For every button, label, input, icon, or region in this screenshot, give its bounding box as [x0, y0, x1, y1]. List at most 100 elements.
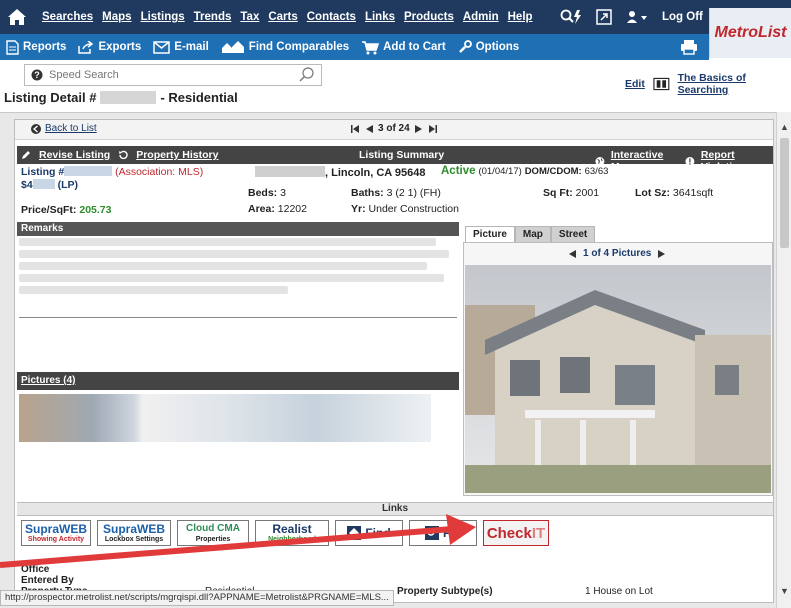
export-icon — [78, 40, 94, 54]
pager-position: 3 of 24 — [378, 123, 410, 134]
exports-button[interactable]: Exports — [72, 40, 147, 54]
remarks-text-redacted — [19, 238, 453, 312]
supraweb-showing-sub: Showing Activity — [27, 535, 85, 543]
listing-status: Active (01/04/17) DOM/CDOM: 63/63 — [441, 165, 608, 177]
find-title: Find — [365, 526, 391, 540]
property-history-link[interactable]: Property History — [136, 149, 218, 161]
summary-bar-left: Revise Listing Property History — [21, 149, 218, 161]
title-prefix: Listing Detail # — [4, 90, 97, 105]
document-icon — [6, 39, 19, 55]
square-feet: Sq Ft: 2001 — [543, 187, 599, 199]
printer-icon[interactable] — [680, 39, 698, 55]
sqft-label: Sq Ft: — [543, 187, 573, 199]
entered-by-label: Entered By — [21, 575, 74, 586]
reports-button[interactable]: Reports — [0, 39, 72, 55]
tab-picture[interactable]: Picture — [465, 226, 515, 242]
page-title: Listing Detail # - Residential — [4, 90, 238, 105]
next-page-icon[interactable] — [414, 124, 424, 134]
menu-tax[interactable]: Tax — [240, 11, 259, 23]
find-button[interactable]: Find — [335, 520, 403, 546]
photo-viewer: 1 of 4 Pictures — [463, 242, 773, 496]
checkit-button[interactable]: Check IT — [483, 520, 549, 546]
home-icon — [8, 9, 26, 25]
address-city: , Lincoln, CA 95648 — [325, 167, 426, 179]
help-icon[interactable]: ? — [31, 69, 43, 81]
menu-carts[interactable]: Carts — [268, 11, 297, 23]
next-photo-icon[interactable] — [657, 249, 666, 259]
find-comparables-button[interactable]: Find Comparables — [215, 40, 355, 54]
supraweb-showing-button[interactable]: SupraWEB Showing Activity — [21, 520, 91, 546]
search-icon[interactable] — [299, 67, 315, 83]
envelope-icon — [153, 40, 171, 54]
supraweb-lockbox-button[interactable]: SupraWEB Lockbox Settings — [97, 520, 171, 546]
list-price: $4 (LP) — [21, 179, 78, 191]
price-suffix: (LP) — [57, 179, 79, 191]
price-prefix: $4 — [21, 179, 33, 191]
pictures-link[interactable]: Pictures (4) — [21, 375, 75, 386]
realist-button[interactable]: Realist Neighborhood — [255, 520, 329, 546]
remarks-header: Remarks — [17, 222, 459, 236]
content-frame: Back to List 3 of 24 Revise Listing Prop… — [0, 112, 791, 608]
menu-searches[interactable]: Searches — [42, 11, 93, 23]
home-button[interactable] — [0, 0, 34, 34]
previous-photo-icon[interactable] — [568, 249, 577, 259]
svg-text:?: ? — [34, 70, 40, 80]
menu-contacts[interactable]: Contacts — [307, 11, 356, 23]
scroll-thumb[interactable] — [780, 138, 789, 248]
dom-label: DOM/CDOM: — [524, 166, 582, 177]
speed-search-input[interactable]: ? Speed Search — [24, 64, 322, 86]
wrench-icon — [458, 40, 472, 53]
add-to-cart-button[interactable]: Add to Cart — [355, 40, 452, 55]
scroll-up-icon[interactable]: ▲ — [780, 122, 789, 132]
edit-link[interactable]: Edit — [625, 78, 645, 90]
find-more-button[interactable]: Fin — [409, 520, 477, 546]
scroll-down-icon[interactable]: ▼ — [780, 586, 789, 596]
checkit-it: IT — [531, 524, 546, 542]
menu-listings[interactable]: Listings — [141, 11, 185, 23]
menu-maps[interactable]: Maps — [102, 11, 131, 23]
status-bar-url: http://prospector.metrolist.net/scripts/… — [0, 590, 394, 606]
tab-map[interactable]: Map — [514, 226, 551, 242]
price-per-sqft: Price/SqFt: 205.73 — [21, 204, 111, 216]
add-to-cart-label: Add to Cart — [383, 41, 446, 53]
quick-search-icon[interactable] — [560, 9, 582, 25]
user-menu-icon[interactable] — [626, 10, 648, 24]
redacted-mls-number — [64, 166, 113, 176]
address-line: , Lincoln, CA 95648 — [255, 166, 425, 179]
realist-sub: Neighborhood — [268, 535, 316, 543]
logoff-link[interactable]: Log Off — [662, 11, 703, 23]
revise-listing-link[interactable]: Revise Listing — [39, 149, 110, 161]
cloud-cma-title: Cloud CMA — [186, 522, 240, 534]
photo-tabs: Picture Map Street — [465, 226, 596, 242]
baths-label: Baths: — [351, 187, 384, 199]
listing-number-label[interactable]: Listing # — [21, 166, 64, 178]
email-button[interactable]: E-mail — [147, 40, 215, 54]
options-button[interactable]: Options — [452, 40, 525, 54]
house-photo[interactable] — [465, 265, 771, 493]
basics-of-searching-link[interactable]: The Basics of Searching — [678, 72, 791, 96]
back-arrow-icon — [31, 123, 41, 134]
back-to-list-label: Back to List — [45, 123, 97, 134]
cloud-cma-button[interactable]: Cloud CMA Properties — [177, 520, 249, 546]
page-links: Edit The Basics of Searching — [625, 72, 791, 96]
menu-trends[interactable]: Trends — [194, 11, 232, 23]
menu-links[interactable]: Links — [365, 11, 395, 23]
previous-page-icon[interactable] — [364, 124, 374, 134]
redacted-price — [32, 179, 55, 189]
menu-admin[interactable]: Admin — [463, 11, 499, 23]
reports-label: Reports — [23, 41, 67, 53]
cloud-cma-sub: Properties — [195, 535, 231, 543]
vertical-scrollbar[interactable]: ▲ ▼ — [776, 112, 791, 608]
top-right-tools: Log Off — [560, 0, 703, 34]
photo-counter: 1 of 4 Pictures — [568, 248, 666, 259]
picture-thumbnails[interactable] — [19, 394, 431, 442]
external-window-icon[interactable] — [596, 9, 612, 25]
menu-products[interactable]: Products — [404, 11, 454, 23]
back-to-list-link[interactable]: Back to List — [31, 123, 97, 134]
supraweb-lockbox-sub: Lockbox Settings — [104, 535, 164, 543]
first-page-icon[interactable] — [350, 124, 360, 134]
menu-help[interactable]: Help — [508, 11, 533, 23]
tab-street[interactable]: Street — [550, 226, 596, 242]
last-page-icon[interactable] — [428, 124, 438, 134]
checkit-check: Check — [486, 524, 532, 542]
